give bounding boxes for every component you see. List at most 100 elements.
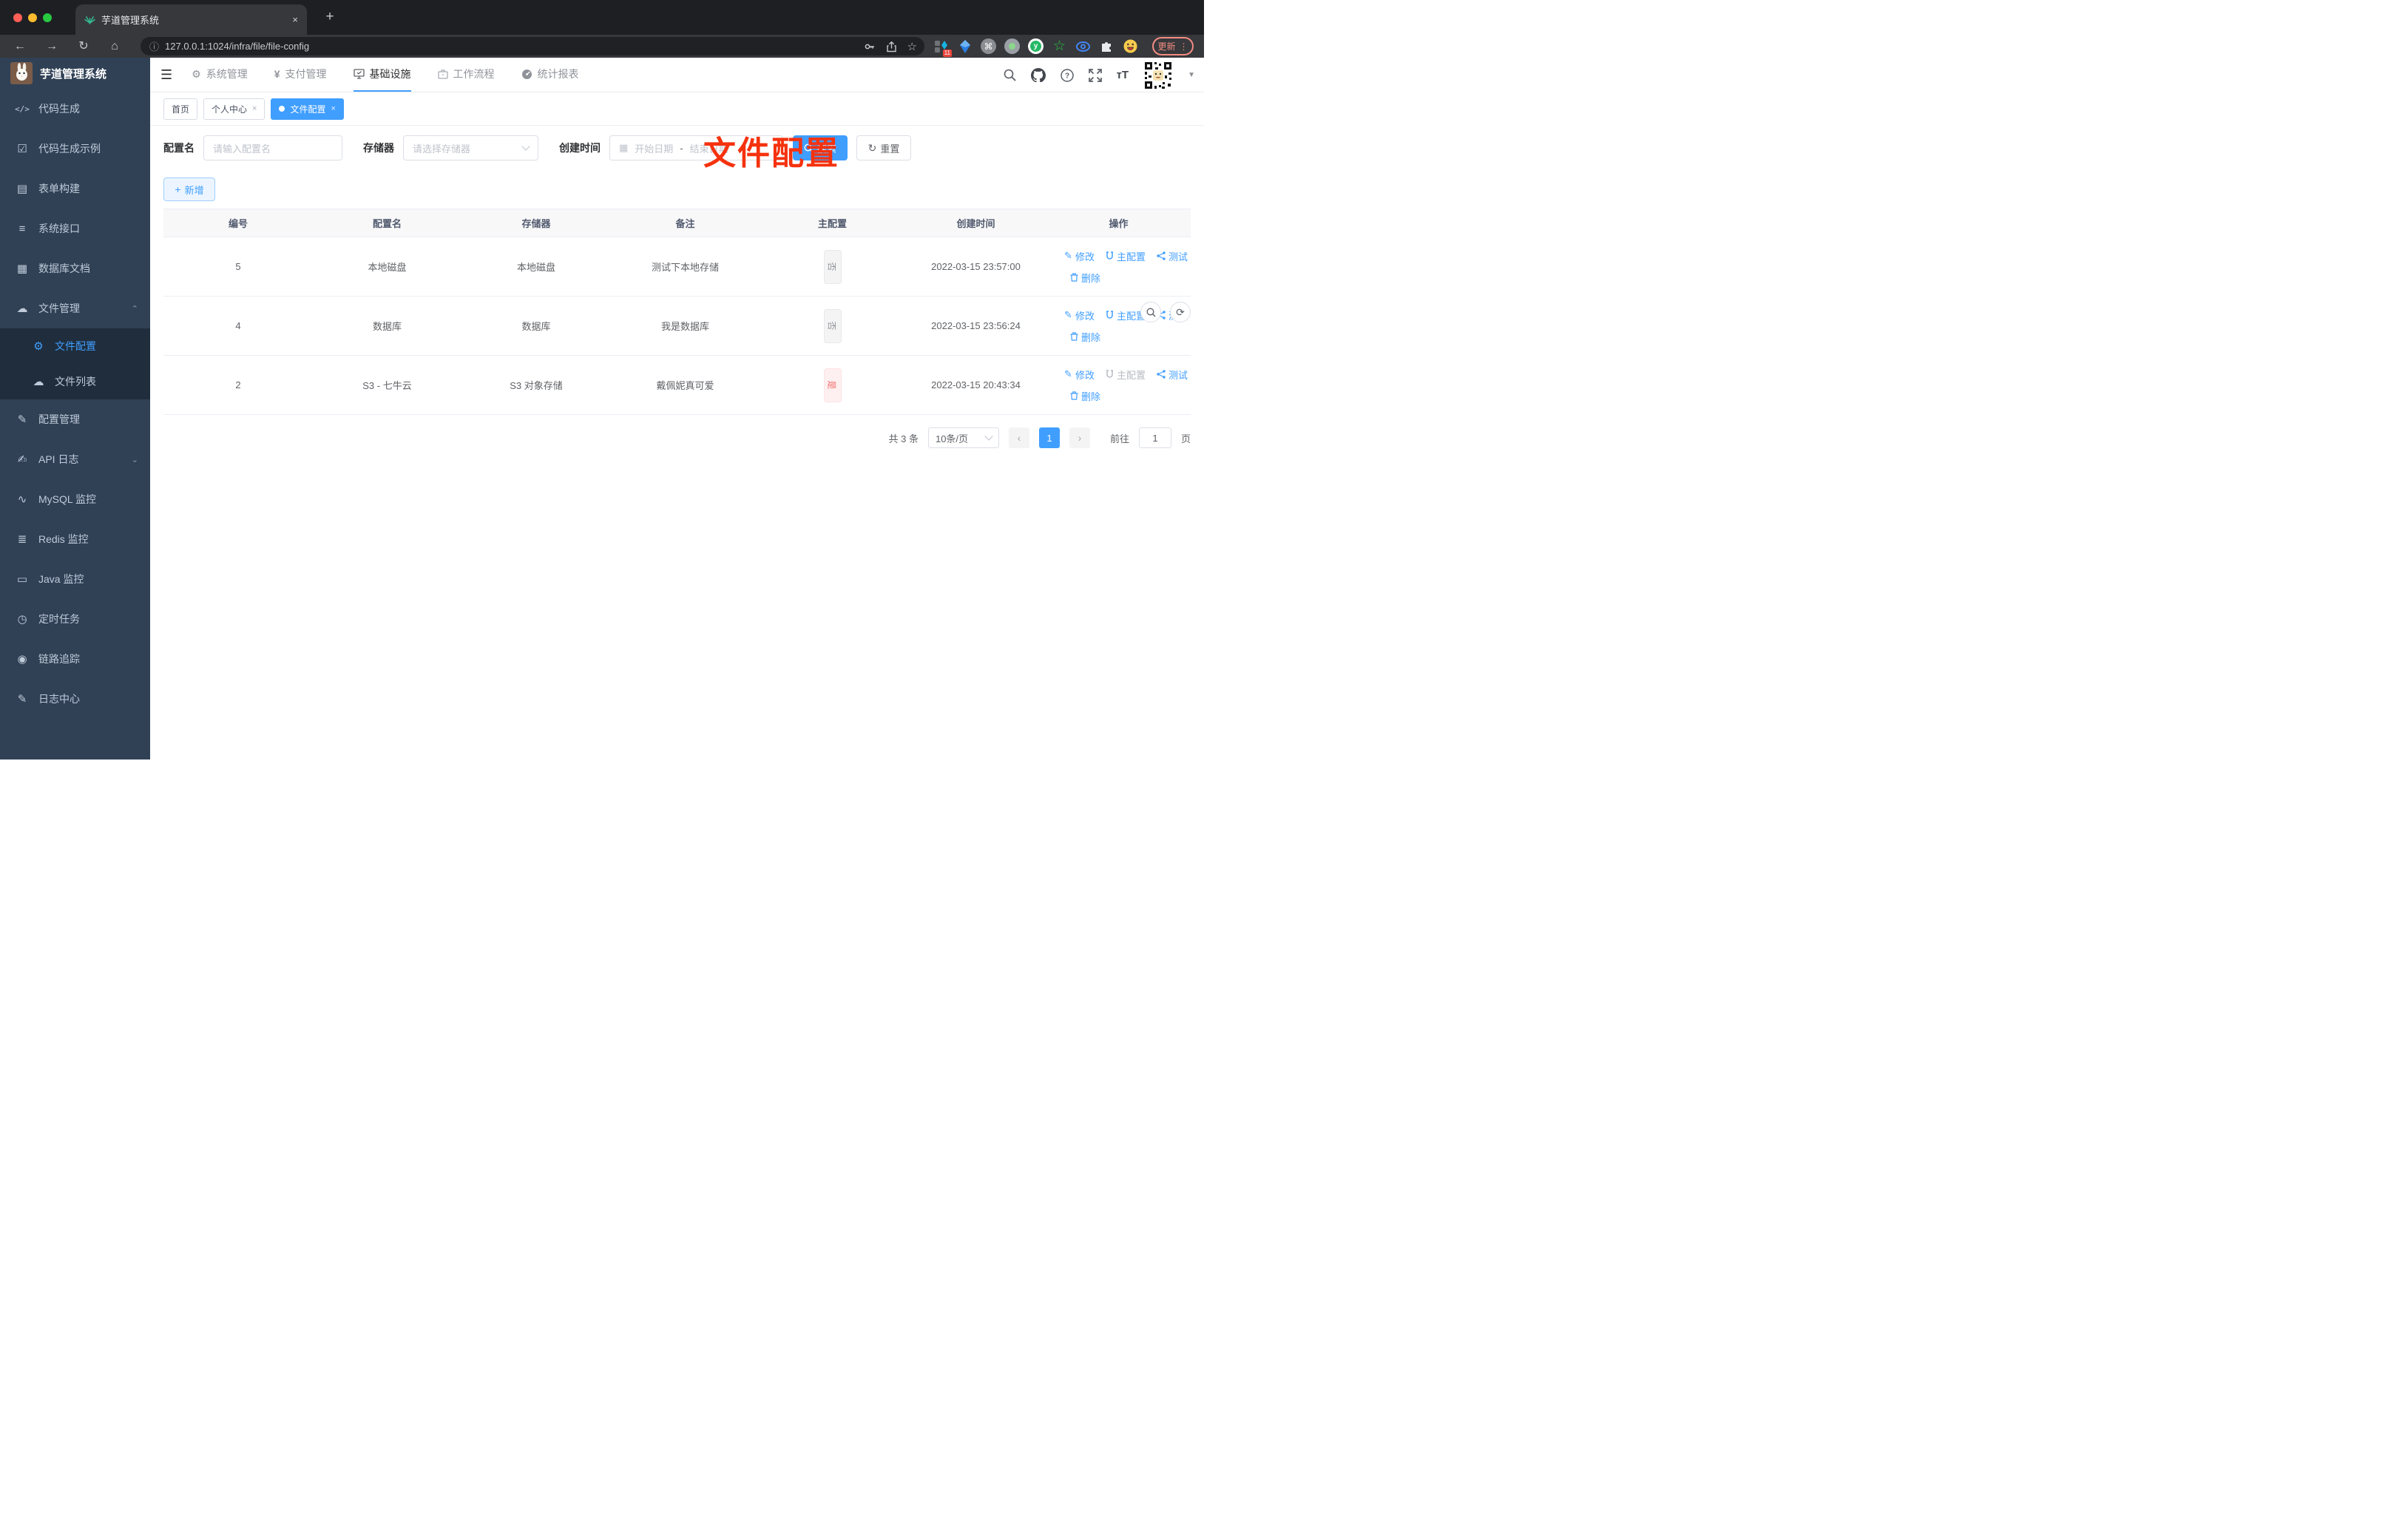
- filter-form: 配置名 请输入配置名 存储器 请选择存储器 创建时间 ▦ 开始日期 - 结束日期: [163, 135, 1191, 160]
- extension-gem-icon[interactable]: [957, 38, 973, 54]
- extension-star-icon[interactable]: ☆: [1052, 38, 1067, 54]
- sidebar-item-file-management[interactable]: ☁ 文件管理 ⌃: [0, 288, 150, 328]
- bookmark-star-icon[interactable]: ☆: [907, 40, 917, 53]
- forward-icon[interactable]: →: [42, 37, 61, 55]
- cell-name: 本地磁盘: [313, 237, 461, 297]
- tag-file-config[interactable]: 文件配置 ×: [271, 98, 344, 120]
- browser-tab[interactable]: 芋道管理系统 ×: [75, 4, 307, 35]
- master-config-link[interactable]: 主配置: [1106, 249, 1146, 263]
- edit-link[interactable]: ✎ 修改: [1064, 249, 1095, 263]
- edit-link[interactable]: ✎ 修改: [1064, 368, 1095, 382]
- close-window-button[interactable]: [13, 13, 22, 22]
- browser-update-button[interactable]: 更新 ⋮: [1152, 37, 1194, 55]
- edit-link[interactable]: ✎ 修改: [1064, 308, 1095, 322]
- extension-wallet-icon[interactable]: 11: [933, 38, 952, 57]
- calendar-icon: ▦: [619, 142, 629, 153]
- topnav-infrastructure[interactable]: 基础设施: [353, 58, 411, 92]
- extension-command-icon[interactable]: ⌘: [981, 38, 996, 54]
- extension-eye-icon[interactable]: [1075, 38, 1091, 54]
- magnet-icon: [1106, 311, 1113, 319]
- sidebar-item-redis-monitor[interactable]: ≣ Redis 监控: [0, 519, 150, 559]
- config-name-input[interactable]: 请输入配置名: [203, 135, 342, 160]
- sidebar-item-label: 定时任务: [38, 613, 80, 625]
- sidebar-item-code-gen-example[interactable]: ☑ 代码生成示例: [0, 129, 150, 169]
- address-bar[interactable]: ⓘ 127.0.0.1:1024/infra/file/file-config …: [141, 37, 924, 55]
- tab-close-icon[interactable]: ×: [292, 14, 298, 25]
- avatar-caret-icon[interactable]: ▼: [1188, 71, 1195, 79]
- github-icon[interactable]: [1030, 68, 1046, 82]
- table-refresh-button[interactable]: ⟳: [1170, 302, 1191, 322]
- tag-home[interactable]: 首页: [163, 98, 198, 120]
- magnet-icon: [1106, 370, 1113, 378]
- avatar[interactable]: [1143, 60, 1174, 90]
- extension-y-icon[interactable]: y: [1028, 38, 1044, 54]
- sidebar-item-java-monitor[interactable]: ▭ Java 监控: [0, 559, 150, 599]
- tab-title: 芋道管理系统: [101, 15, 160, 26]
- master-config-link[interactable]: 主配置: [1106, 308, 1146, 322]
- topnav-label: 支付管理: [285, 68, 327, 80]
- new-tab-button[interactable]: +: [321, 8, 339, 26]
- sidebar-item-file-config[interactable]: ⚙ 文件配置: [0, 328, 150, 364]
- site-info-icon[interactable]: ⓘ: [149, 39, 159, 53]
- table-row: 4 数据库 数据库 我是数据库 否 2022-03-15 23:56:24 ✎ 修…: [163, 296, 1191, 356]
- goto-page-input[interactable]: [1138, 427, 1171, 448]
- cell-storage: 本地磁盘: [461, 237, 611, 297]
- close-icon[interactable]: ×: [252, 104, 257, 113]
- cloud-upload-icon: ☁: [33, 376, 44, 388]
- help-icon[interactable]: ?: [1060, 68, 1074, 82]
- browser-menu-icon[interactable]: ⋮: [1180, 41, 1188, 52]
- close-icon[interactable]: ×: [331, 104, 335, 113]
- sidebar-item-config-management[interactable]: ✎ 配置管理: [0, 399, 150, 439]
- sidebar-item-mysql-monitor[interactable]: ∿ MySQL 监控: [0, 479, 150, 519]
- topnav-label: 统计报表: [537, 68, 579, 80]
- sidebar-item-form-builder[interactable]: ▤ 表单构建: [0, 169, 150, 209]
- sidebar-item-file-list[interactable]: ☁ 文件列表: [0, 364, 150, 399]
- minimize-window-button[interactable]: [28, 13, 37, 22]
- sidebar-item-scheduled-tasks[interactable]: ◷ 定时任务: [0, 599, 150, 639]
- test-link[interactable]: 测试: [1157, 249, 1188, 263]
- col-create-time: 创建时间: [905, 209, 1046, 237]
- page-size-select[interactable]: 10条/页: [927, 427, 999, 448]
- delete-link[interactable]: 删除: [1070, 389, 1100, 403]
- password-key-icon[interactable]: [864, 41, 876, 53]
- add-button[interactable]: + 新增: [163, 177, 215, 201]
- table-search-button[interactable]: [1140, 302, 1161, 322]
- topnav-system-management[interactable]: ⚙ 系统管理: [192, 58, 248, 92]
- storage-placeholder: 请选择存储器: [413, 143, 471, 155]
- search-icon: [1146, 308, 1155, 317]
- font-size-icon[interactable]: ᴛT: [1117, 69, 1129, 81]
- sidebar-item-trace[interactable]: ◉ 链路追踪: [0, 639, 150, 679]
- url-text: 127.0.0.1:1024/infra/file/file-config: [165, 41, 310, 52]
- extension-emoji-icon[interactable]: [1123, 38, 1138, 54]
- extensions-row: 11 ⌘ y ☆: [933, 36, 1138, 57]
- sidebar-item-system-api[interactable]: ≡ 系统接口: [0, 209, 150, 248]
- share-icon[interactable]: [886, 41, 897, 53]
- sidebar-item-code-gen[interactable]: </> 代码生成: [0, 89, 150, 129]
- collapse-sidebar-icon[interactable]: ☰: [160, 67, 172, 83]
- reload-icon[interactable]: ↻: [74, 37, 93, 55]
- topnav-workflow[interactable]: 工作流程: [437, 58, 495, 92]
- fullscreen-icon[interactable]: [1088, 68, 1102, 82]
- extension-dot-icon[interactable]: [1004, 38, 1020, 54]
- sidebar-item-db-doc[interactable]: ▦ 数据库文档: [0, 248, 150, 288]
- test-link[interactable]: 测试: [1157, 368, 1188, 382]
- next-page-button[interactable]: ›: [1069, 427, 1090, 448]
- back-icon[interactable]: ←: [10, 37, 30, 55]
- sidebar-item-log-center[interactable]: ✎ 日志中心: [0, 679, 150, 719]
- tag-profile[interactable]: 个人中心 ×: [203, 98, 266, 120]
- zoom-window-button[interactable]: [43, 13, 52, 22]
- delete-link[interactable]: 删除: [1070, 271, 1100, 285]
- reset-button[interactable]: ↻ 重置: [856, 135, 911, 160]
- create-time-label: 创建时间: [559, 142, 601, 154]
- home-icon[interactable]: ⌂: [105, 37, 124, 55]
- extension-puzzle-icon[interactable]: [1099, 38, 1115, 54]
- sidebar-item-api-log[interactable]: ✍ API 日志 ⌄: [0, 439, 150, 479]
- search-icon[interactable]: [1004, 69, 1016, 81]
- storage-select[interactable]: 请选择存储器: [403, 135, 538, 160]
- topnav-statistics[interactable]: 统计报表: [521, 58, 579, 92]
- topnav-payment-management[interactable]: ¥ 支付管理: [274, 58, 327, 92]
- current-page-button[interactable]: 1: [1038, 427, 1060, 448]
- delete-link[interactable]: 删除: [1070, 330, 1100, 344]
- prev-page-button[interactable]: ‹: [1008, 427, 1029, 448]
- sidebar-item-label: 文件列表: [55, 376, 96, 388]
